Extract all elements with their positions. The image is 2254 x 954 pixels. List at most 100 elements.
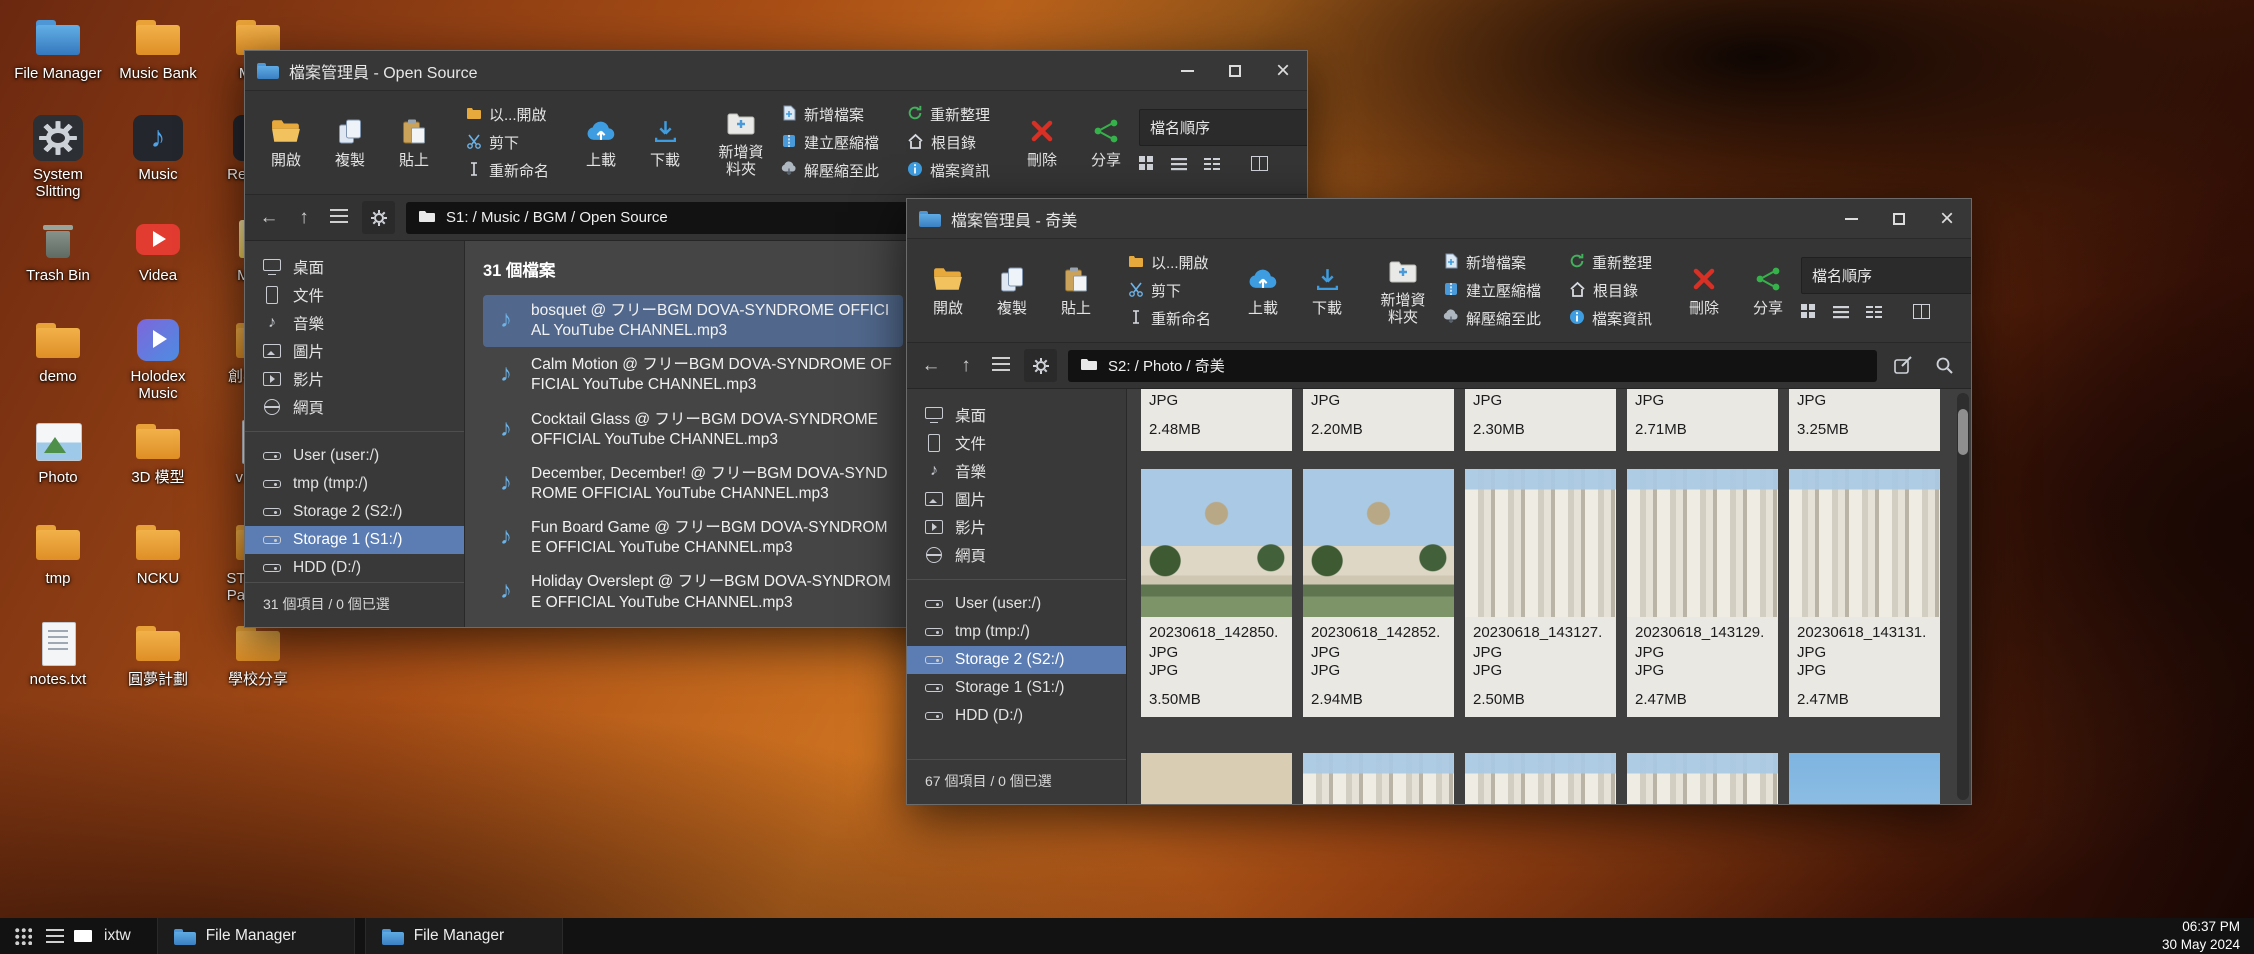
file-item[interactable]: ♪ December, December! @ フリーBGM DOVA-SYND… [483,458,903,510]
desktop-icon[interactable]: 圓夢計劃 [108,612,208,713]
desktop-icon[interactable]: File Manager [8,6,108,107]
sidebar-place-item[interactable]: 圖片 [907,485,1126,513]
desktop-icon[interactable]: System Slitting [8,107,108,208]
view-grid-button[interactable] [1801,304,1816,324]
sidebar-drive-item[interactable]: User (user:/) [907,590,1126,618]
view-compact-button[interactable] [1866,305,1882,324]
menu-button[interactable] [327,207,351,229]
new-file-button[interactable]: 新增檔案 [1443,252,1541,273]
photo-item[interactable]: 20230618_143131.JPG JPG 2.47MB [1789,469,1940,717]
share-button[interactable]: 分享 [1737,245,1799,336]
paste-button[interactable]: 貼上 [1045,245,1107,336]
maximize-button[interactable] [1875,199,1923,238]
photo-item[interactable] [1789,753,1940,804]
photo-item[interactable] [1303,753,1454,804]
sidebar-drive-item[interactable]: Storage 1 (S1:/) [245,526,464,554]
cut-button[interactable]: 剪下 [1128,280,1211,301]
view-list-button[interactable] [1833,305,1849,324]
sidebar-place-item[interactable]: 文件 [907,429,1126,457]
sidebar-drive-item[interactable]: tmp (tmp:/) [907,618,1126,646]
desktop-icon[interactable]: Photo [8,410,108,511]
desktop-icon[interactable]: demo [8,309,108,410]
sidebar-drive-item[interactable]: Storage 2 (S2:/) [245,498,464,526]
root-button[interactable]: 根目錄 [907,132,990,153]
view-compact-button[interactable] [1204,157,1220,176]
copy-button[interactable]: 複製 [981,245,1043,336]
new-folder-button[interactable]: 新增資料夾 [1372,245,1434,336]
sidebar-place-item[interactable]: 桌面 [907,401,1126,429]
photo-item[interactable]: 20230618_143129.JPG JPG 2.47MB [1627,469,1778,717]
delete-button[interactable]: 刪除 [1011,97,1073,188]
photo-item-partial[interactable]: JPG 2.30MB [1465,389,1616,451]
file-item[interactable]: ♪ bosquet @ フリーBGM DOVA-SYNDROME OFFICIA… [483,295,903,347]
new-folder-button[interactable]: 新增資料夾 [710,97,772,188]
desktop-icon[interactable]: NCKU [108,511,208,612]
minimize-button[interactable] [1163,51,1211,90]
extract-here-button[interactable]: 解壓縮至此 [781,160,879,181]
open-with-button[interactable]: 以...開啟 [466,104,549,125]
breadcrumb[interactable]: S2: / Photo / 奇美 [1068,350,1877,382]
minimize-button[interactable] [1827,199,1875,238]
desktop[interactable]: File Manager Music Bank MAGI System Slit… [0,0,2254,954]
root-button[interactable]: 根目錄 [1569,280,1652,301]
file-info-button[interactable]: 檔案資訊 [907,160,990,181]
sort-dropdown[interactable]: 檔名順序 ▾ [1139,109,1307,146]
settings-button[interactable] [362,201,395,234]
up-button[interactable]: ↑ [292,207,316,229]
sidebar-place-item[interactable]: 文件 [245,281,464,309]
desktop-icon[interactable]: Music [108,107,208,208]
create-archive-button[interactable]: 建立壓縮檔 [1443,280,1541,301]
view-grid-button[interactable] [1139,156,1154,176]
rename-button[interactable]: 重新命名 [1128,308,1211,329]
view-columns-button[interactable] [1913,304,1930,324]
desktop-icon[interactable]: Videa [108,208,208,309]
close-button[interactable] [1259,51,1307,90]
photo-item[interactable] [1465,753,1616,804]
task-list-icon[interactable] [46,929,64,943]
refresh-button[interactable]: 重新整理 [907,104,990,125]
close-button[interactable] [1923,199,1971,238]
rename-button[interactable]: 重新命名 [466,160,549,181]
taskbar-task[interactable]: File Manager [157,918,355,954]
sidebar-drive-item[interactable]: HDD (D:/) [907,702,1126,730]
view-list-button[interactable] [1171,157,1187,176]
copy-button[interactable]: 複製 [319,97,381,188]
photo-item-partial[interactable]: JPG 2.48MB [1141,389,1292,451]
search-button[interactable] [1929,356,1959,375]
sidebar-place-item[interactable]: 網頁 [907,541,1126,569]
create-archive-button[interactable]: 建立壓縮檔 [781,132,879,153]
sidebar-drive-item[interactable]: HDD (D:/) [245,554,464,582]
cut-button[interactable]: 剪下 [466,132,549,153]
sidebar-drive-item[interactable]: User (user:/) [245,442,464,470]
view-columns-button[interactable] [1251,156,1268,176]
menu-button[interactable] [989,355,1013,377]
desktop-icon[interactable]: Holodex Music [108,309,208,410]
desktop-icon[interactable]: Trash Bin [8,208,108,309]
desktop-icon[interactable]: Music Bank [108,6,208,107]
open-button[interactable]: 開啟 [255,97,317,188]
sidebar-drive-item[interactable]: Storage 2 (S2:/) [907,646,1126,674]
scrollbar-thumb[interactable] [1958,409,1968,455]
sidebar-place-item[interactable]: 音樂 [907,457,1126,485]
open-with-button[interactable]: 以...開啟 [1128,252,1211,273]
file-item[interactable]: ♪ Holiday Overslept @ フリーBGM DOVA-SYNDRO… [483,566,903,618]
sidebar-place-item[interactable]: 圖片 [245,337,464,365]
paste-button[interactable]: 貼上 [383,97,445,188]
file-info-button[interactable]: 檔案資訊 [1569,308,1652,329]
sidebar-drive-item[interactable]: tmp (tmp:/) [245,470,464,498]
photo-item[interactable]: 20230618_143127.JPG JPG 2.50MB [1465,469,1616,717]
photo-item[interactable] [1627,753,1778,804]
download-button[interactable]: 下載 [1296,245,1358,336]
titlebar[interactable]: 檔案管理員 - 奇美 [907,199,1971,239]
photo-item-partial[interactable]: JPG 3.25MB [1789,389,1940,451]
desktop-icon[interactable]: 3D 模型 [108,410,208,511]
up-button[interactable]: ↑ [954,355,978,377]
titlebar[interactable]: 檔案管理員 - Open Source [245,51,1307,91]
app-launcher-icon[interactable] [14,927,32,945]
sidebar-place-item[interactable]: 桌面 [245,253,464,281]
maximize-button[interactable] [1211,51,1259,90]
new-file-button[interactable]: 新增檔案 [781,104,879,125]
upload-button[interactable]: 上載 [570,97,632,188]
extract-here-button[interactable]: 解壓縮至此 [1443,308,1541,329]
sidebar-place-item[interactable]: 影片 [907,513,1126,541]
